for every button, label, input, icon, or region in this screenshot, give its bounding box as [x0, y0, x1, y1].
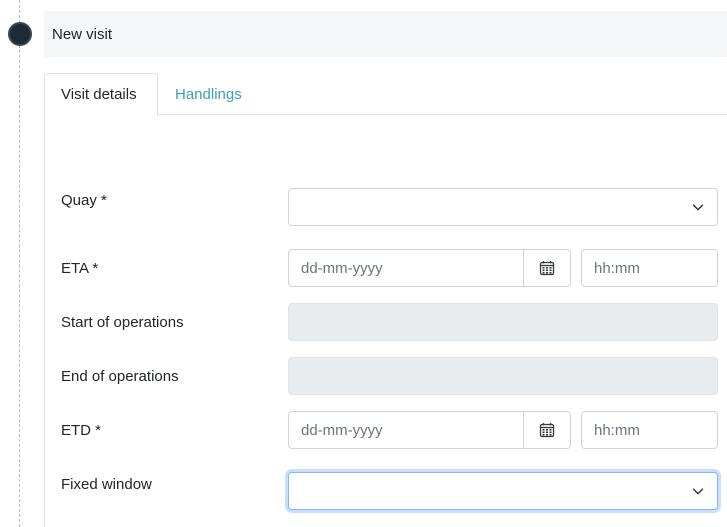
start-operations-field	[288, 303, 718, 341]
tab-visit-details-label: Visit details	[61, 86, 137, 103]
etd-label: ETD *	[61, 422, 102, 439]
tab-handlings-label: Handlings	[175, 85, 242, 103]
end-operations-label: End of operations	[61, 368, 179, 385]
quay-label: Quay *	[61, 192, 107, 209]
etd-time-placeholder: hh:mm	[594, 421, 640, 439]
fixed-window-select[interactable]	[288, 472, 718, 510]
eta-time-input[interactable]: hh:mm	[581, 249, 718, 287]
eta-date-input[interactable]: dd-mm-yyyy	[289, 250, 523, 286]
tab-handlings[interactable]: Handlings	[159, 73, 258, 115]
end-operations-field	[288, 357, 718, 395]
eta-time-placeholder: hh:mm	[594, 259, 640, 277]
etd-time-input[interactable]: hh:mm	[581, 411, 718, 449]
eta-calendar-button[interactable]	[523, 250, 570, 286]
calendar-icon	[539, 423, 555, 438]
eta-label: ETA *	[61, 260, 99, 277]
timeline-dot	[8, 22, 32, 46]
etd-date-group: dd-mm-yyyy	[288, 411, 571, 449]
etd-calendar-button[interactable]	[523, 412, 570, 448]
fixed-window-label: Fixed window	[61, 476, 152, 493]
etd-date-input[interactable]: dd-mm-yyyy	[289, 412, 523, 448]
tab-bar: Visit details Handlings	[44, 73, 727, 116]
eta-date-placeholder: dd-mm-yyyy	[301, 259, 383, 277]
quay-select[interactable]	[288, 188, 718, 226]
timeline-line	[19, 0, 20, 527]
calendar-icon	[539, 261, 555, 276]
chevron-down-icon	[692, 204, 704, 211]
tab-visit-details[interactable]: Visit details	[44, 73, 158, 116]
chevron-down-icon	[692, 488, 704, 495]
visit-title: New visit	[52, 25, 113, 43]
start-operations-label: Start of operations	[61, 314, 184, 331]
etd-date-placeholder: dd-mm-yyyy	[301, 421, 383, 439]
eta-date-group: dd-mm-yyyy	[288, 249, 571, 287]
visit-header: New visit	[44, 11, 727, 57]
